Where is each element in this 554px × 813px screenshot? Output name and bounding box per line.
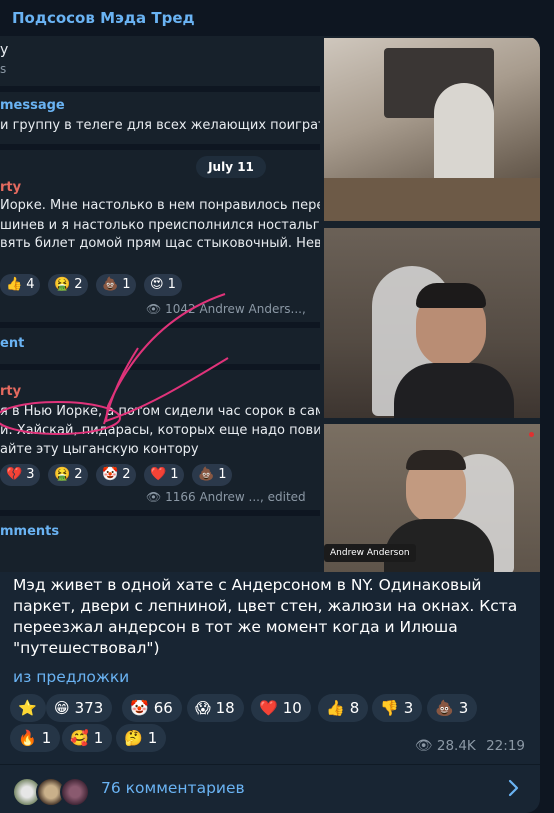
annotation-scribble <box>0 293 229 435</box>
view-count: 28.4K <box>436 738 476 754</box>
reaction-count: 1 <box>41 729 52 747</box>
image-text-line: Йорке. Мне настолько в нем понравилось п… <box>0 198 320 213</box>
reaction-count: 66 <box>153 699 173 717</box>
reaction-button[interactable]: 🔥 1 <box>10 724 61 752</box>
image-text: y <box>0 42 9 58</box>
webcam-photo: Andrew Anderson <box>324 424 540 572</box>
comments-count: 76 комментариев <box>101 779 245 797</box>
reaction-button[interactable]: 👍 8 <box>318 694 369 722</box>
reaction-button[interactable]: 😱 18 <box>187 694 244 722</box>
avatar <box>60 777 90 807</box>
reaction-count: 3 <box>403 699 414 717</box>
image-divider <box>0 86 320 92</box>
reaction-count: 1 <box>147 729 158 747</box>
reaction-button[interactable]: 💩 3 <box>427 694 478 722</box>
source-link[interactable]: из предложки <box>13 668 129 686</box>
reaction-emoji-icon: 🤔 <box>124 729 143 747</box>
chevron-right-icon <box>508 779 519 797</box>
reaction-button[interactable]: 😁 373 <box>46 694 113 722</box>
camera-name-label: Andrew Anderson <box>324 544 416 562</box>
reaction-emoji-icon: 🤡 <box>130 699 149 717</box>
image-view-count: 1166 <box>165 490 196 504</box>
room-photo <box>324 38 540 221</box>
reaction-emoji-icon: 🥰 <box>70 729 89 747</box>
reaction-emoji-icon: 😱 <box>195 699 211 717</box>
image-views: 👁 1166 Andrew ..., edited <box>146 490 306 504</box>
reaction-button[interactable]: 🤡 66 <box>122 694 182 722</box>
channel-post: y s message и группу в телеге для всех ж… <box>0 36 540 813</box>
reaction-emoji-icon: 🔥 <box>18 729 37 747</box>
reaction-count: 8 <box>349 699 360 717</box>
image-pinned-title: message <box>0 98 65 113</box>
channel-header[interactable]: Подсосов Мэда Тред <box>0 0 554 36</box>
reaction-emoji-icon: ⭐ <box>18 699 37 717</box>
reaction-button[interactable]: ❤️ 10 <box>251 694 311 722</box>
image-comments-link: mments <box>0 524 60 539</box>
reaction-button[interactable]: 🤔 1 <box>116 724 167 752</box>
reaction-emoji-icon: 😁 <box>54 699 70 717</box>
image-divider <box>0 510 320 516</box>
image-divider <box>0 144 320 150</box>
image-date-pill: July 11 <box>196 156 266 178</box>
reaction-emoji-icon: 👍 <box>326 699 345 717</box>
image-chat-panel: y s message и группу в телеге для всех ж… <box>0 36 320 572</box>
webcam-photo <box>324 228 540 418</box>
post-text: Мэд живет в одной хате с Андерсоном в NY… <box>13 576 518 657</box>
image-text: s <box>0 62 7 76</box>
image-author: rty <box>0 180 22 195</box>
reaction-button[interactable]: 👎 3 <box>372 694 423 722</box>
image-text-line: шинев и я настолько преисполнился ностал… <box>0 218 320 233</box>
comments-button[interactable]: 76 комментариев <box>0 765 540 813</box>
reaction-button[interactable]: ⭐ <box>10 694 46 722</box>
post-image[interactable]: y s message и группу в телеге для всех ж… <box>0 36 540 572</box>
reaction-count: 18 <box>215 699 235 717</box>
reaction-emoji-icon: 👎 <box>380 699 399 717</box>
image-signature: Andrew ..., edited <box>199 490 306 504</box>
reaction-emoji-icon: ❤️ <box>259 699 278 717</box>
reaction-count: 10 <box>282 699 302 717</box>
post-meta: 👁 28.4K 22:19 <box>415 738 525 754</box>
image-text-line: вять билет домой прям щас стыковочный. Н… <box>0 236 320 251</box>
reaction-emoji-icon: 💩 <box>435 699 454 717</box>
reaction-count: 1 <box>93 729 104 747</box>
reaction-count: 373 <box>74 699 104 717</box>
reaction-count: 3 <box>458 699 469 717</box>
eye-icon: 👁 <box>414 738 433 754</box>
channel-name[interactable]: Подсосов Мэда Тред <box>12 9 195 27</box>
image-pinned-text: и группу в телеге для всех желающих поиг… <box>0 118 320 133</box>
post-time: 22:19 <box>486 738 525 754</box>
reaction-button[interactable]: 🥰 1 <box>62 724 113 752</box>
